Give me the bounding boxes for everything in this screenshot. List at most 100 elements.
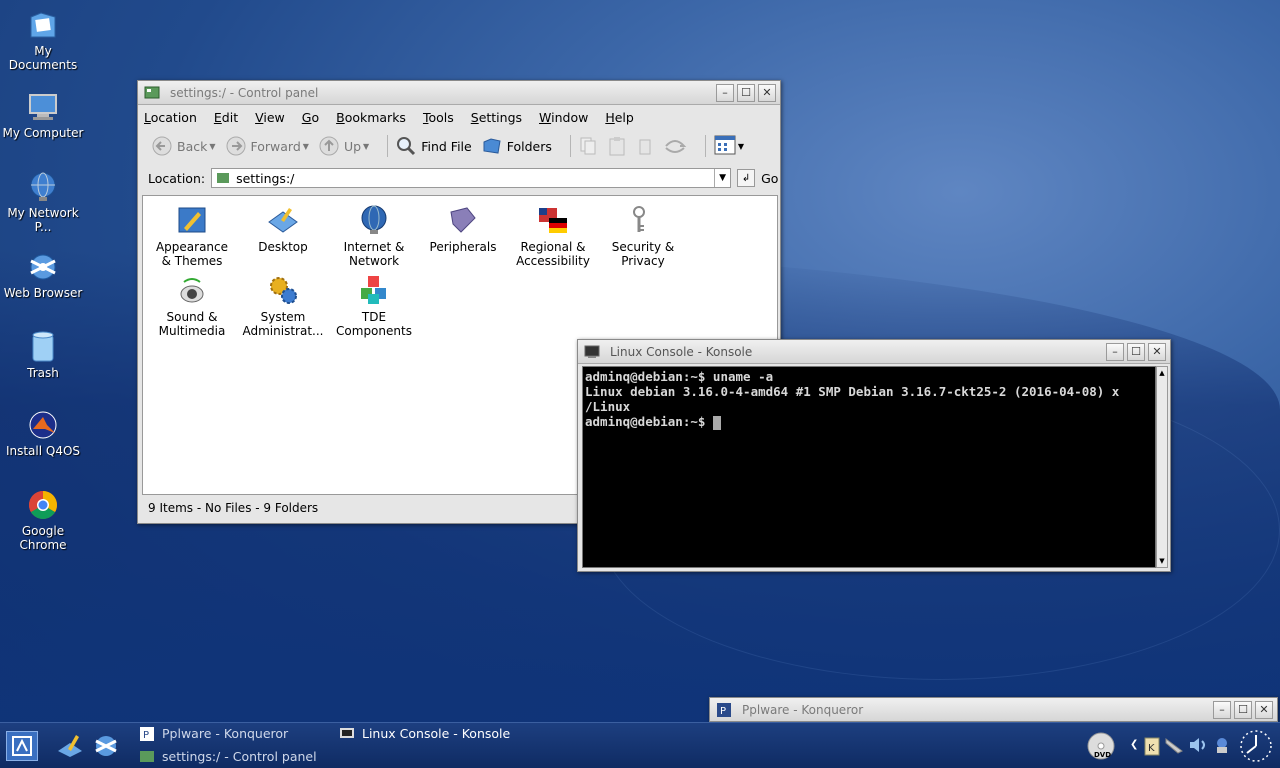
menu-view[interactable]: View bbox=[255, 110, 285, 125]
desktop-icon-label: My Documents bbox=[8, 44, 78, 72]
go-button[interactable]: Go bbox=[761, 171, 778, 186]
start-menu-icon bbox=[12, 736, 32, 756]
network-tray-icon[interactable] bbox=[1164, 735, 1186, 758]
desktop-icon-install-q4os[interactable]: Install Q4OS bbox=[1, 408, 85, 458]
copy-icon bbox=[580, 137, 596, 155]
cp-item-regional[interactable]: Regional & Accessibility bbox=[508, 204, 598, 268]
volume-icon[interactable] bbox=[1188, 735, 1208, 758]
konqueror-titlebar[interactable]: P Pplware - Konqueror – ☐ ✕ bbox=[710, 698, 1277, 721]
desktop-icon-trash[interactable]: Trash bbox=[1, 330, 85, 380]
terminal-prompt-line: adminq@debian:~$ bbox=[585, 414, 1153, 430]
cp-item-peripherals[interactable]: Peripherals bbox=[418, 204, 508, 254]
find-file-button[interactable]: Find File bbox=[396, 136, 472, 156]
start-menu-button[interactable] bbox=[6, 731, 38, 761]
back-button[interactable]: Back ▼ bbox=[152, 136, 216, 156]
magnifier-icon bbox=[397, 137, 416, 156]
go-icon[interactable]: ↲ bbox=[737, 169, 756, 187]
menu-help[interactable]: Help bbox=[605, 110, 634, 125]
menu-bookmarks[interactable]: Bookmarks bbox=[336, 110, 406, 125]
folders-button[interactable]: Folders bbox=[482, 136, 552, 156]
scroll-up-icon[interactable]: ▲ bbox=[1157, 367, 1167, 379]
tray-expand-icon[interactable]: ❮ bbox=[1130, 739, 1138, 750]
desktop-icon-label: Install Q4OS bbox=[5, 444, 81, 458]
view-mode-button[interactable]: ▼ bbox=[714, 135, 744, 157]
dvd-drive-icon[interactable]: DVD bbox=[1086, 731, 1116, 764]
desktop-icon-my-network[interactable]: My Network P... bbox=[1, 170, 85, 234]
update-notifier-icon[interactable] bbox=[1212, 735, 1232, 758]
speaker-icon bbox=[175, 274, 209, 306]
settings-small-icon bbox=[217, 173, 230, 183]
cp-item-sound[interactable]: Sound & Multimedia bbox=[147, 274, 237, 338]
maximize-button[interactable]: ☐ bbox=[1234, 700, 1252, 719]
desktop-icon-web-browser[interactable]: Web Browser bbox=[1, 250, 85, 300]
copy-button[interactable] bbox=[579, 136, 597, 156]
konqueror-icon: P bbox=[140, 726, 154, 741]
documents-folder-icon bbox=[26, 8, 60, 42]
location-dropdown-arrow[interactable]: ▼ bbox=[714, 169, 730, 187]
close-button[interactable]: ✕ bbox=[758, 83, 776, 102]
konsole-titlebar[interactable]: Linux Console - Konsole – ☐ ✕ bbox=[578, 340, 1170, 364]
clock-icon[interactable] bbox=[1238, 729, 1274, 766]
web-browser-icon bbox=[95, 736, 117, 756]
delete-button[interactable] bbox=[637, 136, 653, 156]
control-panel-icon bbox=[140, 750, 154, 762]
control-panel-titlebar[interactable]: settings:/ - Control panel – ☐ ✕ bbox=[138, 81, 780, 105]
klipper-icon[interactable]: K bbox=[1143, 735, 1161, 760]
svg-text:P: P bbox=[143, 730, 149, 741]
maximize-button[interactable]: ☐ bbox=[737, 83, 755, 102]
konqueror-window[interactable]: P Pplware - Konqueror – ☐ ✕ bbox=[709, 697, 1278, 722]
location-bar: Location: settings:/ ▼ ↲ Go bbox=[138, 163, 780, 193]
minimize-button[interactable]: – bbox=[1213, 700, 1231, 719]
desktop-icon-label: My Network P... bbox=[7, 206, 79, 234]
taskbar: P Pplware - Konqueror settings:/ - Contr… bbox=[0, 722, 1280, 768]
menu-location[interactable]: Location bbox=[144, 110, 197, 125]
up-button[interactable]: Up ▼ bbox=[319, 136, 369, 156]
window-title: settings:/ - Control panel bbox=[170, 85, 319, 100]
task-konqueror[interactable]: P Pplware - Konqueror bbox=[140, 726, 288, 741]
svg-text:K: K bbox=[1148, 743, 1155, 754]
keys-icon bbox=[626, 204, 660, 236]
menu-edit[interactable]: Edit bbox=[214, 110, 238, 125]
task-control-panel[interactable]: settings:/ - Control panel bbox=[140, 749, 317, 764]
maximize-button[interactable]: ☐ bbox=[1127, 342, 1145, 361]
computer-icon bbox=[26, 90, 60, 124]
minimize-button[interactable]: – bbox=[716, 83, 734, 102]
konsole-window[interactable]: Linux Console - Konsole – ☐ ✕ adminq@deb… bbox=[577, 339, 1171, 572]
trash-small-icon bbox=[639, 139, 651, 155]
desktop-brush-icon bbox=[58, 735, 82, 757]
blocks-icon bbox=[357, 274, 391, 306]
browser-launcher[interactable] bbox=[92, 733, 120, 762]
location-input[interactable]: settings:/ ▼ bbox=[211, 168, 732, 188]
text-cursor bbox=[712, 415, 721, 430]
reload-button[interactable] bbox=[663, 136, 687, 156]
desktop-icon-my-computer[interactable]: My Computer bbox=[1, 90, 85, 140]
desktop-icon-my-documents[interactable]: My Documents bbox=[1, 8, 85, 72]
cp-item-appearance[interactable]: Appearance & Themes bbox=[147, 204, 237, 268]
terminal-output[interactable]: adminq@debian:~$ uname -a Linux debian 3… bbox=[582, 366, 1156, 568]
minimize-button[interactable]: – bbox=[1106, 342, 1124, 361]
menu-window[interactable]: Window bbox=[539, 110, 588, 125]
cp-item-system-admin[interactable]: System Administrat... bbox=[238, 274, 328, 338]
cp-item-desktop[interactable]: Desktop bbox=[238, 204, 328, 254]
desktop-tool-launcher[interactable] bbox=[56, 733, 84, 762]
close-button[interactable]: ✕ bbox=[1255, 700, 1273, 719]
menu-tools[interactable]: Tools bbox=[423, 110, 454, 125]
terminal-scrollbar[interactable]: ▲ ▼ bbox=[1156, 366, 1168, 568]
cp-item-security[interactable]: Security & Privacy bbox=[598, 204, 688, 268]
menu-settings[interactable]: Settings bbox=[471, 110, 522, 125]
paste-icon bbox=[609, 137, 625, 156]
desktop-icon-label: Trash bbox=[27, 366, 59, 380]
scroll-down-icon[interactable]: ▼ bbox=[1157, 555, 1167, 567]
desktop-icon-google-chrome[interactable]: Google Chrome bbox=[1, 488, 85, 552]
close-button[interactable]: ✕ bbox=[1148, 342, 1166, 361]
task-konsole[interactable]: Linux Console - Konsole bbox=[340, 726, 510, 741]
forward-button[interactable]: Forward ▼ bbox=[226, 136, 309, 156]
paste-button[interactable] bbox=[607, 136, 627, 156]
menu-go[interactable]: Go bbox=[302, 110, 319, 125]
toolbar-separator bbox=[704, 135, 706, 157]
svg-text:DVD: DVD bbox=[1094, 751, 1111, 759]
cp-item-internet-network[interactable]: Internet & Network bbox=[329, 204, 419, 268]
toolbar: Back ▼ Forward ▼ Up ▼ Find File Folders ▼ bbox=[138, 129, 780, 163]
icon-view-icon bbox=[714, 135, 736, 155]
cp-item-tde-components[interactable]: TDE Components bbox=[329, 274, 419, 338]
